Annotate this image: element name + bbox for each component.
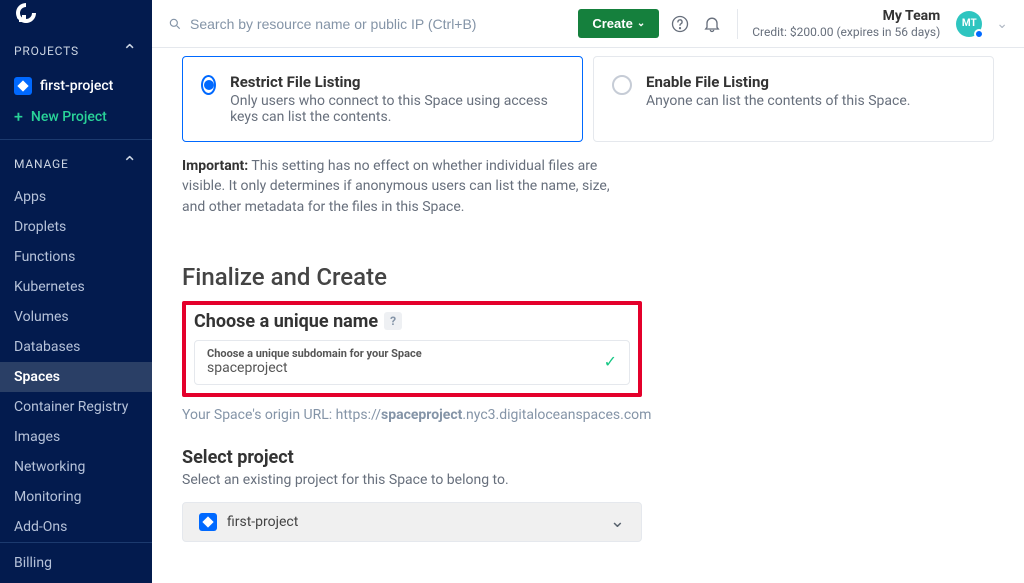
brand-logo[interactable] [0, 0, 152, 27]
choose-name-label: Choose a unique name [194, 311, 378, 332]
team-credit: Credit: $200.00 (expires in 56 days) [752, 25, 940, 41]
project-select[interactable]: first-project ⌄ [182, 502, 642, 542]
sidebar: PROJECTS ⌃ first-project + New Project M… [0, 0, 152, 583]
chevron-down-icon[interactable]: ⌄ [996, 16, 1008, 32]
projects-header-label: PROJECTS [14, 44, 79, 58]
manage-header[interactable]: MANAGE ⌃ [0, 139, 152, 182]
restrict-desc: Only users who connect to this Space usi… [230, 93, 564, 125]
subdomain-input[interactable]: Choose a unique subdomain for your Space… [194, 340, 630, 385]
manage-header-label: MANAGE [14, 157, 69, 171]
help-badge-icon[interactable]: ? [384, 312, 402, 330]
chevron-down-icon: ⌄ [637, 18, 645, 29]
sidebar-project-label: first-project [40, 78, 113, 94]
sidebar-item-spaces[interactable]: Spaces [0, 362, 152, 392]
new-project-label: New Project [31, 109, 107, 125]
page-content: Restrict File Listing Only users who con… [152, 48, 1024, 583]
sidebar-item-databases[interactable]: Databases [0, 332, 152, 362]
sidebar-item-droplets[interactable]: Droplets [0, 212, 152, 242]
sidebar-item-monitoring[interactable]: Monitoring [0, 482, 152, 512]
new-project-button[interactable]: + New Project [0, 102, 152, 139]
important-note: Important: This setting has no effect on… [182, 156, 612, 217]
sidebar-item-billing[interactable]: Billing [0, 543, 152, 583]
project-icon [199, 513, 217, 531]
projects-header[interactable]: PROJECTS ⌃ [0, 27, 152, 70]
choose-name-section: Choose a unique name ? Choose a unique s… [182, 301, 642, 397]
help-icon[interactable] [669, 13, 691, 35]
restrict-title: Restrict File Listing [230, 73, 564, 91]
enable-file-listing-card[interactable]: Enable File Listing Anyone can list the … [593, 56, 994, 142]
restrict-file-listing-card[interactable]: Restrict File Listing Only users who con… [182, 56, 583, 142]
team-block: My Team Credit: $200.00 (expires in 56 d… [752, 7, 940, 41]
chevron-up-icon: ⌃ [122, 153, 138, 174]
bell-icon[interactable] [701, 13, 723, 35]
search-input[interactable] [190, 16, 568, 32]
origin-url: Your Space's origin URL: https://spacepr… [182, 407, 994, 423]
sidebar-project-first[interactable]: first-project [0, 70, 152, 102]
avatar[interactable]: MT [956, 11, 982, 37]
sidebar-item-apps[interactable]: Apps [0, 182, 152, 212]
project-icon [14, 77, 32, 95]
sidebar-item-container-registry[interactable]: Container Registry [0, 392, 152, 422]
chevron-down-icon: ⌄ [610, 511, 625, 532]
sidebar-item-volumes[interactable]: Volumes [0, 302, 152, 332]
chevron-up-icon: ⌃ [122, 41, 138, 62]
project-select-value: first-project [227, 514, 298, 530]
sidebar-item-kubernetes[interactable]: Kubernetes [0, 272, 152, 302]
create-button[interactable]: Create ⌄ [578, 9, 659, 38]
plus-icon: + [14, 109, 23, 125]
check-icon: ✓ [604, 352, 617, 371]
sidebar-item-functions[interactable]: Functions [0, 242, 152, 272]
topbar: Create ⌄ My Team Credit: $200.00 (expire… [152, 0, 1024, 48]
enable-desc: Anyone can list the contents of this Spa… [646, 93, 910, 109]
subdomain-value: spaceproject [207, 360, 422, 376]
search-bar[interactable] [168, 16, 568, 32]
radio-selected-icon [201, 75, 216, 95]
select-project-heading: Select project [182, 447, 994, 468]
team-name: My Team [752, 7, 940, 25]
sidebar-item-addons[interactable]: Add-Ons [0, 512, 152, 542]
search-icon [168, 17, 182, 31]
subdomain-hint: Choose a unique subdomain for your Space [207, 347, 422, 360]
radio-unselected-icon [612, 75, 632, 95]
sidebar-item-networking[interactable]: Networking [0, 452, 152, 482]
select-project-subtext: Select an existing project for this Spac… [182, 472, 994, 488]
sidebar-item-images[interactable]: Images [0, 422, 152, 452]
enable-title: Enable File Listing [646, 73, 910, 91]
main-area: Create ⌄ My Team Credit: $200.00 (expire… [152, 0, 1024, 583]
finalize-heading: Finalize and Create [182, 263, 994, 291]
